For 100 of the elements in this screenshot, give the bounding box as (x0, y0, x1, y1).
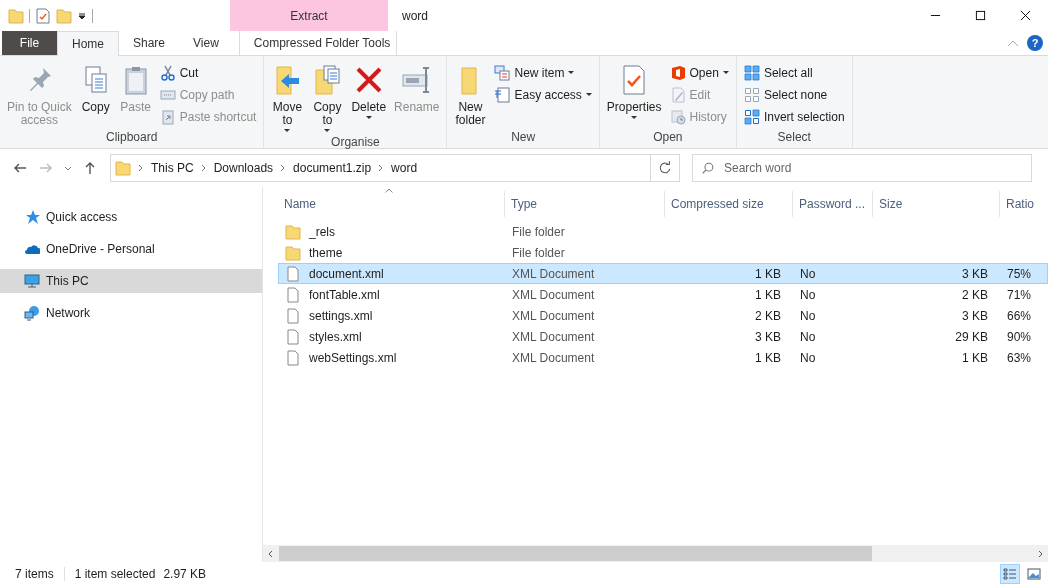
customize-dropdown-icon[interactable] (77, 10, 87, 21)
column-header[interactable]: Name (278, 191, 505, 217)
breadcrumb[interactable]: word (391, 161, 418, 175)
table-cell: 1 KB (755, 350, 781, 365)
table-cell: XML Document (512, 308, 595, 323)
ribbon-button[interactable]: Select none (740, 84, 848, 106)
table-cell: File folder (512, 224, 565, 239)
column-header[interactable]: Type (505, 191, 665, 217)
table-cell: 29 KB (955, 329, 988, 344)
table-cell: No (800, 308, 816, 323)
sidebar-item[interactable]: This PC (0, 269, 262, 293)
file-tab[interactable]: File (2, 31, 57, 55)
file-row[interactable]: fontTable.xml XML Document 1 KB No 2 KB 71% (278, 284, 1048, 305)
chevron-icon (378, 164, 385, 172)
breadcrumb[interactable]: This PC (151, 161, 194, 175)
ribbon-button[interactable]: Select all (740, 62, 848, 84)
sidebar-item[interactable]: OneDrive - Personal (0, 237, 262, 261)
table-cell: settings.xml (309, 308, 373, 323)
table-cell: No (800, 350, 816, 365)
table-cell: 3 KB (962, 308, 988, 323)
group-label: Organise (330, 135, 381, 149)
file-icon (285, 307, 301, 324)
help-button[interactable]: ? (1027, 35, 1043, 51)
extract-tab-header: Extract (230, 0, 388, 31)
scissors-icon (159, 65, 176, 81)
selection-status: 1 item selected (74, 567, 156, 581)
sidebar-item[interactable]: Quick access (0, 205, 262, 229)
ribbon-button[interactable]: Copy to (308, 62, 347, 135)
column-header[interactable]: Password ... (793, 191, 873, 217)
column-header[interactable]: Ratio (1000, 191, 1048, 217)
file-icon (285, 328, 301, 345)
details-view-button[interactable] (1000, 564, 1020, 584)
file-row[interactable]: styles.xml XML Document 3 KB No 29 KB 90% (278, 326, 1048, 347)
file-row[interactable]: webSettings.xml XML Document 1 KB No 1 KB 63% (278, 347, 1048, 368)
table-cell: 71% (1007, 287, 1032, 302)
paste-shortcut-icon (159, 109, 176, 125)
ribbon-tab[interactable]: Compressed Folder Tools (238, 31, 397, 55)
table-cell: styles.xml (309, 329, 362, 344)
ribbon-button[interactable]: Open (666, 62, 732, 84)
folder-icon (285, 244, 301, 261)
ribbon-tab[interactable]: Share (119, 31, 180, 55)
chevron-icon (280, 164, 287, 172)
sidebar-item[interactable]: Network (0, 301, 262, 325)
file-row[interactable]: theme File folder (278, 242, 1048, 263)
search-field[interactable]: Search word (692, 154, 1032, 182)
table-cell: 3 KB (755, 329, 781, 344)
table-cell: XML Document (512, 350, 595, 365)
column-header[interactable]: Compressed size (665, 191, 793, 217)
edit-icon (669, 87, 686, 103)
table-cell: 75% (1007, 266, 1032, 281)
table-cell: XML Document (512, 266, 595, 281)
recent-dropdown-icon[interactable] (64, 164, 72, 172)
folder-icon (285, 223, 301, 240)
properties-icon[interactable] (35, 7, 51, 24)
new-item-icon (494, 65, 511, 81)
ribbon-button[interactable]: New folder (451, 62, 490, 130)
history-icon (669, 109, 686, 125)
office-icon (669, 65, 686, 81)
address-bar[interactable]: This PC Downloads document1.zip word (110, 154, 651, 182)
ribbon-button[interactable]: New item (491, 62, 595, 84)
refresh-button[interactable] (651, 154, 680, 182)
chevron-icon (200, 164, 207, 172)
ribbon-button[interactable]: Invert selection (740, 106, 848, 128)
ribbon-button[interactable]: Copy (76, 62, 115, 130)
file-row[interactable]: _rels File folder (278, 221, 1048, 242)
ribbon-button[interactable]: Move to (268, 62, 307, 135)
table-cell: 3 KB (962, 266, 988, 281)
file-row[interactable]: settings.xml XML Document 2 KB No 3 KB 66% (278, 305, 1048, 326)
group-label: New (510, 130, 537, 146)
ribbon-button[interactable]: Easy access (491, 84, 595, 106)
ribbon-tab[interactable]: Home (57, 31, 119, 56)
window-title: word (402, 8, 428, 23)
table-cell: 90% (1007, 329, 1032, 344)
ribbon-button[interactable]: Delete (348, 62, 390, 135)
table-cell: theme (309, 245, 343, 260)
table-cell: XML Document (512, 287, 595, 302)
copy-path-icon (159, 87, 176, 103)
table-cell: 2 KB (962, 287, 988, 302)
search-icon (701, 161, 715, 175)
ribbon-button[interactable]: Properties (603, 62, 665, 130)
ribbon-tab[interactable]: View (179, 31, 233, 55)
scrollbar-thumb[interactable] (279, 546, 872, 561)
horizontal-scrollbar[interactable] (263, 545, 1048, 562)
table-cell: No (800, 266, 816, 281)
item-count: 7 items (15, 567, 54, 581)
table-cell: webSettings.xml (309, 350, 397, 365)
folder-icon (115, 160, 131, 176)
invert-selection-icon (743, 109, 760, 125)
network-icon (24, 305, 40, 321)
breadcrumb[interactable]: document1.zip (293, 161, 372, 175)
folder-icon (8, 7, 24, 24)
ribbon-button[interactable]: Cut (156, 62, 260, 84)
file-row[interactable]: document.xml XML Document 1 KB No 3 KB 75% (278, 263, 1048, 284)
column-header[interactable]: Size (873, 191, 1000, 217)
new-folder-icon (56, 7, 72, 24)
group-label: Select (776, 130, 812, 146)
collapse-ribbon-icon[interactable] (1007, 39, 1019, 47)
breadcrumb[interactable]: Downloads (213, 161, 274, 175)
star-icon (24, 209, 40, 225)
file-icon (285, 286, 301, 303)
